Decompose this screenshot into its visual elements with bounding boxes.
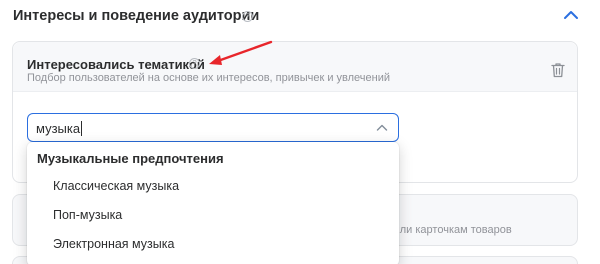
trash-icon[interactable] (551, 62, 565, 78)
help-icon[interactable]: ? (242, 11, 253, 22)
help-icon[interactable]: ? (189, 58, 200, 69)
behavior-card-subtitle: м или карточкам товаров (383, 224, 512, 236)
section-title: Интересы и поведение аудитории (13, 8, 260, 24)
section-header: Интересы и поведение аудитории ? (12, 6, 588, 28)
annotation-arrow-icon (209, 40, 273, 65)
text-caret (81, 121, 83, 136)
search-value: музыка (36, 121, 83, 136)
dropdown-option[interactable]: Классическая музыка (27, 172, 399, 200)
chevron-up-icon[interactable] (376, 123, 388, 133)
chevron-up-icon[interactable] (562, 8, 580, 22)
interest-card-subtitle: Подбор пользователей на основе их интере… (27, 72, 391, 84)
suggestions-dropdown: Музыкальные предпочтения Классическая му… (27, 142, 399, 264)
dropdown-option[interactable]: Поп-музыка (27, 201, 399, 229)
search-value-text: музыка (36, 121, 81, 136)
interest-search-input[interactable]: музыка (27, 113, 399, 142)
dropdown-group-label: Музыкальные предпочтения (37, 151, 224, 166)
interest-card-title: Интересовались тематикой (27, 57, 205, 72)
interest-card-header: Интересовались тематикой ? Подбор пользо… (13, 42, 577, 92)
dropdown-option[interactable]: Электронная музыка (27, 230, 399, 258)
